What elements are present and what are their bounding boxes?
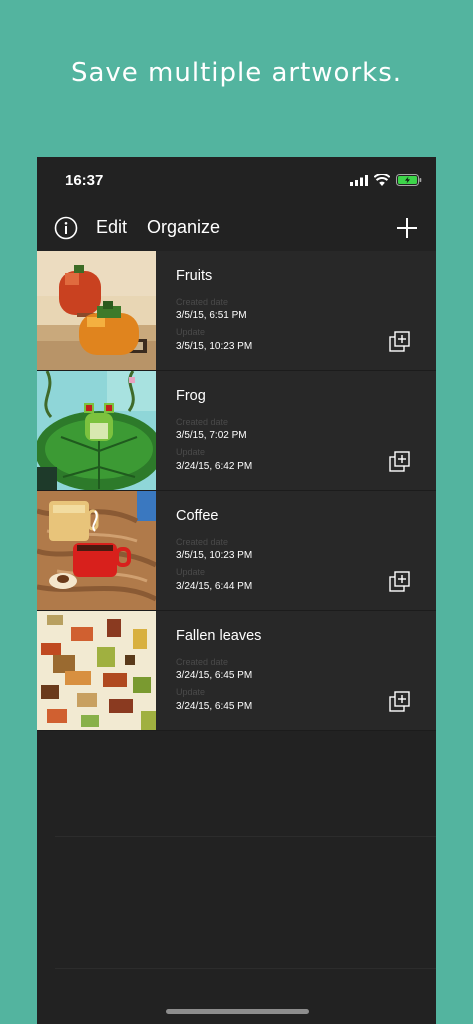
divider <box>55 836 436 837</box>
edit-button[interactable]: Edit <box>96 217 127 238</box>
artwork-list: Fruits Created date 3/5/15, 6:51 PM Upda… <box>37 251 436 731</box>
created-date-label: Created date <box>176 537 229 547</box>
created-date-label: Created date <box>176 417 229 427</box>
update-value: 3/24/15, 6:44 PM <box>176 581 253 592</box>
duplicate-icon[interactable] <box>389 451 411 473</box>
created-date-label: Created date <box>176 297 229 307</box>
update-label: Update <box>176 447 206 457</box>
status-icons <box>350 174 422 186</box>
artwork-thumbnail-fruits <box>37 251 156 370</box>
organize-button[interactable]: Organize <box>147 217 220 238</box>
artwork-thumbnail-coffee <box>37 491 156 610</box>
update-value: 3/24/15, 6:45 PM <box>176 701 253 712</box>
created-date-value: 3/5/15, 6:51 PM <box>176 310 247 321</box>
navigation-bar: Edit Organize <box>37 209 436 249</box>
created-date-label: Created date <box>176 657 229 667</box>
update-label: Update <box>176 327 206 337</box>
signal-icon <box>350 174 368 186</box>
artwork-title: Fallen leaves <box>176 628 262 644</box>
phone-screen: 16:37 Edit Organize Fruits Created date … <box>37 157 436 1024</box>
status-bar: 16:37 <box>37 157 436 205</box>
artwork-row[interactable]: Frog Created date 3/5/15, 7:02 PM Update… <box>37 371 436 491</box>
update-value: 3/24/15, 6:42 PM <box>176 461 253 472</box>
plus-icon[interactable] <box>396 217 418 239</box>
artwork-row[interactable]: Coffee Created date 3/5/15, 10:23 PM Upd… <box>37 491 436 611</box>
update-label: Update <box>176 567 206 577</box>
info-icon[interactable] <box>54 216 78 240</box>
created-date-value: 3/5/15, 7:02 PM <box>176 430 247 441</box>
created-date-value: 3/5/15, 10:23 PM <box>176 550 253 561</box>
artwork-title: Coffee <box>176 508 219 524</box>
artwork-thumbnail-frog <box>37 371 156 490</box>
headline: Save multiple artworks. <box>70 58 403 88</box>
status-time: 16:37 <box>65 172 104 189</box>
battery-charging-icon <box>396 174 422 186</box>
artwork-title: Fruits <box>176 268 213 284</box>
created-date-value: 3/24/15, 6:45 PM <box>176 670 253 681</box>
home-indicator[interactable] <box>166 1009 309 1014</box>
artwork-row[interactable]: Fallen leaves Created date 3/24/15, 6:45… <box>37 611 436 731</box>
duplicate-icon[interactable] <box>389 691 411 713</box>
artwork-row[interactable]: Fruits Created date 3/5/15, 6:51 PM Upda… <box>37 251 436 371</box>
wifi-icon <box>374 174 390 186</box>
duplicate-icon[interactable] <box>389 571 411 593</box>
duplicate-icon[interactable] <box>389 331 411 353</box>
update-label: Update <box>176 687 206 697</box>
divider <box>55 968 436 969</box>
artwork-title: Frog <box>176 388 206 404</box>
artwork-thumbnail-fallen-leaves <box>37 611 156 730</box>
update-value: 3/5/15, 10:23 PM <box>176 341 253 352</box>
